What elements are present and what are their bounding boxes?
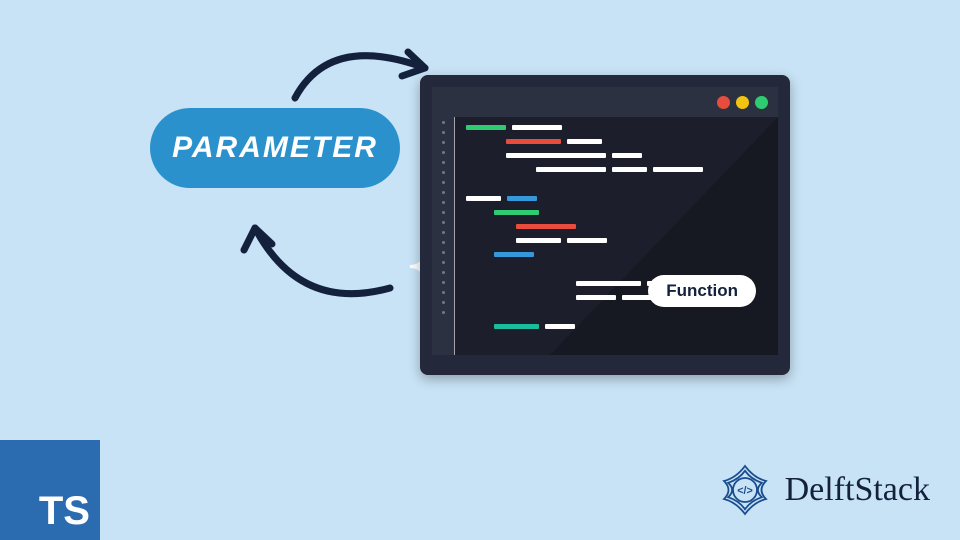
typescript-badge: TS (0, 440, 100, 540)
brand-name: DelftStack (785, 471, 930, 509)
editor-titlebar (432, 87, 778, 117)
brand: </> DelftStack (715, 460, 930, 520)
ts-label: TS (39, 489, 90, 534)
svg-text:</>: </> (737, 485, 753, 497)
code-editor-window: Function (420, 75, 790, 375)
function-badge: Function (648, 275, 756, 307)
code-area: Function (432, 117, 778, 355)
code-lines (454, 117, 778, 355)
parameter-pill: PARAMETER (150, 108, 400, 188)
close-icon (717, 96, 730, 109)
code-mandala-icon: </> (715, 460, 775, 520)
line-gutter (432, 117, 454, 355)
minimize-icon (736, 96, 749, 109)
parameter-label: PARAMETER (172, 131, 378, 165)
arrow-from-editor (230, 198, 410, 308)
maximize-icon (755, 96, 768, 109)
